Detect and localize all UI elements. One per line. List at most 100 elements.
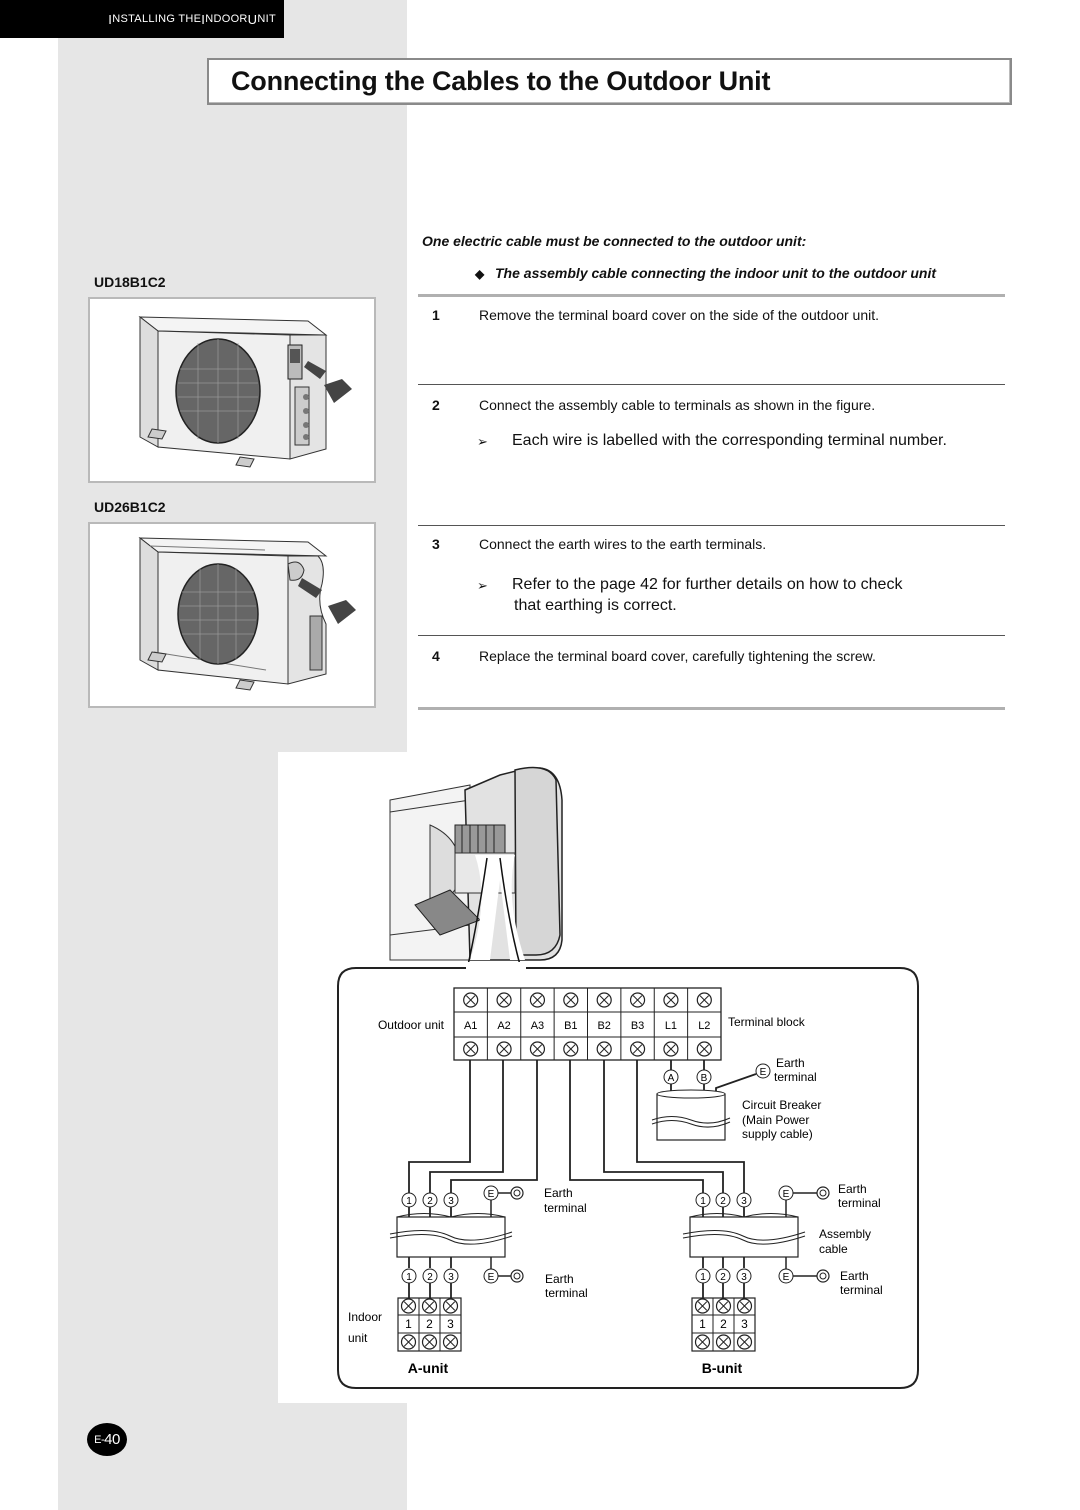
screw-icon	[563, 992, 579, 1008]
svg-text:2: 2	[720, 1272, 726, 1283]
screw-icon	[400, 1334, 417, 1350]
screw-icon	[496, 992, 512, 1008]
earth-terminal-label: Earth terminal	[840, 1269, 883, 1297]
screw-icon	[629, 992, 646, 1008]
svg-text:1: 1	[406, 1196, 412, 1207]
wire-number-marker: 3	[736, 1268, 752, 1284]
screw-icon	[496, 1041, 512, 1057]
screw-icon	[736, 1298, 753, 1314]
indoor-terminal-label: 1	[405, 1317, 412, 1331]
earth-ring-icon	[816, 1269, 830, 1283]
screw-icon	[529, 1041, 546, 1057]
screw-icon	[715, 1298, 732, 1314]
earth-marker-icon: E	[483, 1268, 499, 1284]
svg-text:3: 3	[448, 1272, 454, 1283]
screw-icon	[696, 992, 712, 1008]
screw-icon	[442, 1298, 459, 1314]
terminal-label: B3	[631, 1020, 644, 1032]
svg-text:3: 3	[448, 1196, 454, 1207]
svg-text:1: 1	[700, 1196, 706, 1207]
wire-number-marker: 1	[401, 1192, 417, 1208]
screw-icon	[663, 1041, 679, 1057]
outdoor-unit-label: Outdoor unit	[378, 1018, 445, 1032]
earth-terminal-label: Earth terminal	[545, 1272, 588, 1300]
a-unit-label: A-unit	[408, 1360, 449, 1376]
screw-icon	[400, 1298, 417, 1314]
svg-text:E: E	[488, 1272, 495, 1283]
terminal-label: B1	[564, 1020, 577, 1032]
screw-icon	[736, 1334, 753, 1350]
wire-number-marker: 3	[443, 1192, 459, 1208]
wire-number-marker: 2	[715, 1192, 731, 1208]
wire-number-marker: 1	[695, 1192, 711, 1208]
page-prefix: E-	[94, 1433, 105, 1446]
earth-marker-icon: E	[778, 1185, 794, 1201]
svg-text:3: 3	[741, 1196, 747, 1207]
assembly-cable-label: Assembly cable	[819, 1227, 871, 1256]
screw-icon	[421, 1298, 438, 1314]
assembly-cable-b	[682, 1213, 806, 1258]
screw-icon	[596, 992, 612, 1008]
power-marker-a: A	[663, 1069, 679, 1085]
terminal-label: A1	[464, 1020, 477, 1032]
power-marker-b: B	[696, 1069, 712, 1085]
svg-text:2: 2	[427, 1196, 433, 1207]
indoor-terminal-label: 3	[447, 1317, 454, 1331]
wire-number-marker: 2	[715, 1268, 731, 1284]
indoor-terminal-label: 2	[426, 1317, 433, 1331]
indoor-unit-label: Indoor unit	[348, 1310, 382, 1345]
earth-ring-icon	[510, 1269, 524, 1283]
screw-icon	[463, 1041, 479, 1057]
indoor-terminal-label: 3	[741, 1317, 748, 1331]
terminal-label: L2	[698, 1020, 710, 1032]
earth-marker-icon: E	[755, 1063, 771, 1079]
earth-ring-icon	[510, 1186, 524, 1200]
indoor-unit-illustration	[389, 766, 563, 966]
terminal-label: A2	[497, 1020, 510, 1032]
screw-icon	[421, 1334, 438, 1350]
screw-icon	[529, 992, 546, 1008]
earth-marker-icon: E	[483, 1185, 499, 1201]
wire-number-marker: 1	[401, 1268, 417, 1284]
svg-text:3: 3	[741, 1272, 747, 1283]
svg-text:A: A	[668, 1073, 675, 1084]
terminal-label: B2	[597, 1020, 610, 1032]
svg-text:E: E	[783, 1272, 790, 1283]
svg-text:1: 1	[700, 1272, 706, 1283]
screw-icon	[663, 992, 679, 1008]
svg-text:1: 1	[406, 1272, 412, 1283]
page-number-badge: E- 40	[87, 1423, 127, 1456]
screw-icon	[629, 1041, 646, 1057]
circuit-breaker-cable	[651, 1089, 731, 1141]
circuit-breaker-label: Circuit Breaker (Main Power supply cable…	[742, 1098, 825, 1141]
screw-icon	[563, 1041, 579, 1057]
earth-terminal-label: Earth terminal	[838, 1182, 881, 1210]
terminal-label: A3	[531, 1020, 544, 1032]
screw-icon	[696, 1041, 712, 1057]
wire-number-marker: 1	[695, 1268, 711, 1284]
wire-number-marker: 3	[736, 1192, 752, 1208]
terminal-block-label: Terminal block	[728, 1015, 806, 1029]
wire-number-marker: 3	[443, 1268, 459, 1284]
earth-marker-icon: E	[778, 1268, 794, 1284]
screw-icon	[463, 992, 479, 1008]
svg-text:E: E	[760, 1067, 767, 1078]
svg-text:2: 2	[720, 1196, 726, 1207]
screw-icon	[715, 1334, 732, 1350]
terminal-label: L1	[665, 1020, 677, 1032]
indoor-terminal-label: 1	[699, 1317, 706, 1331]
wire-number-marker: 2	[422, 1192, 438, 1208]
earth-ring-icon	[816, 1186, 830, 1200]
svg-text:2: 2	[427, 1272, 433, 1283]
page-number: 40	[104, 1431, 120, 1448]
svg-text:E: E	[783, 1189, 790, 1200]
wire-number-marker: 2	[422, 1268, 438, 1284]
screw-icon	[596, 1041, 612, 1057]
wiring-diagram: Outdoor unit Terminal block Circuit Brea…	[337, 766, 919, 1389]
screw-icon	[694, 1334, 711, 1350]
svg-text:B: B	[701, 1073, 708, 1084]
b-unit-label: B-unit	[702, 1360, 743, 1376]
earth-terminal-label: Earth terminal	[774, 1056, 817, 1084]
outdoor-terminal-block	[453, 987, 722, 1061]
screw-icon	[442, 1334, 459, 1350]
